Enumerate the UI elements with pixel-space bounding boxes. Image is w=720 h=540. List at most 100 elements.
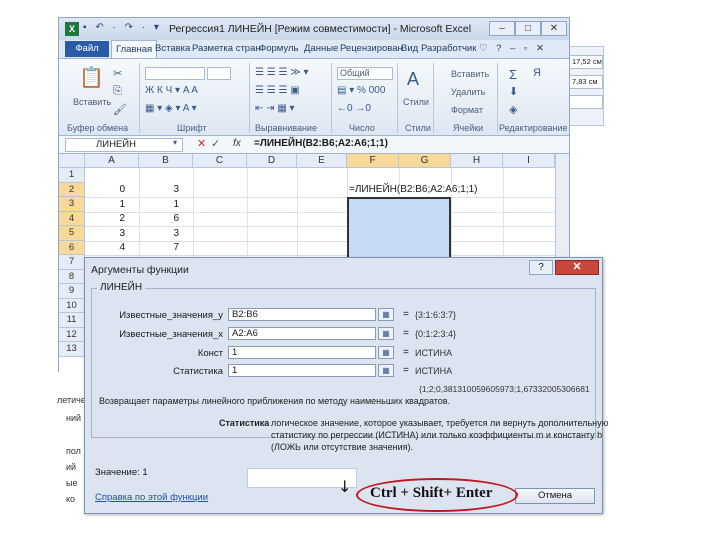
column-header[interactable]: B	[139, 154, 193, 168]
align-horizontal-buttons[interactable]: ☰ ☰ ☰ ▣	[255, 85, 300, 96]
tab-data[interactable]: Данные	[304, 43, 338, 54]
equals-sign: =	[403, 328, 409, 339]
cell-b2[interactable]: 3	[139, 183, 193, 198]
borders-fill-buttons[interactable]: ▦ ▾ ◈ ▾ A ▾	[145, 103, 197, 114]
enter-formula-icon[interactable]: ✓	[211, 137, 220, 150]
stat-arg-description: логическое значение, которое указывает, …	[271, 418, 609, 428]
row-header[interactable]: 5	[59, 226, 85, 241]
format-painter-icon[interactable]: 🖌	[113, 103, 127, 116]
name-box[interactable]: ЛИНЕЙН	[65, 138, 183, 152]
collapse-dialog-icon[interactable]: ▦	[378, 308, 394, 321]
indent-buttons[interactable]: ⇤ ⇥ ▦ ▾	[255, 103, 295, 114]
arg-input-known-y[interactable]: B2:B6	[228, 308, 376, 321]
group-label-editing: Редактирование	[499, 123, 568, 133]
column-header[interactable]: H	[451, 154, 503, 168]
format-cells-button[interactable]: Формат	[451, 105, 483, 115]
quick-access-toolbar[interactable]: ▪ ↶ · ↷ · ▾	[83, 22, 162, 33]
row-header[interactable]: 1	[59, 168, 85, 183]
row-header[interactable]: 6	[59, 240, 85, 255]
collapse-dialog-icon[interactable]: ▦	[378, 327, 394, 340]
row-header[interactable]: 3	[59, 197, 85, 212]
side-panel-field[interactable]: 7,83 см	[569, 75, 603, 89]
cell-b6[interactable]: 7	[139, 241, 193, 256]
column-header[interactable]: G	[399, 154, 451, 168]
row-header[interactable]: 11	[59, 313, 85, 328]
arg-input-known-x[interactable]: A2:A6	[228, 327, 376, 340]
styles-icon[interactable]: A	[407, 69, 419, 90]
background-window	[56, 372, 86, 512]
decimal-buttons[interactable]: ←0 →0	[337, 103, 371, 114]
arg-input-stats[interactable]: 1	[228, 364, 376, 377]
delete-cells-button[interactable]: Удалить	[451, 87, 485, 97]
column-header[interactable]: C	[193, 154, 247, 168]
row-header[interactable]: 10	[59, 298, 85, 313]
arg-result-stats: ИСТИНА	[415, 366, 453, 376]
cancel-formula-icon[interactable]: ✕	[197, 137, 206, 150]
function-help-link[interactable]: Справка по этой функции	[95, 492, 208, 503]
side-panel-field[interactable]	[569, 95, 603, 109]
row-header[interactable]: 4	[59, 211, 85, 226]
select-all-corner[interactable]	[59, 154, 85, 168]
cell-a3[interactable]: 1	[85, 198, 139, 213]
tab-insert[interactable]: Вставка	[155, 43, 190, 54]
row-header[interactable]: 7	[59, 255, 85, 270]
font-size-combo[interactable]	[207, 67, 231, 80]
sort-icon[interactable]: Я	[533, 67, 541, 79]
cell-a4[interactable]: 2	[85, 212, 139, 227]
align-top-buttons[interactable]: ☰ ☰ ☰ ≫ ▾	[255, 67, 309, 78]
row-header[interactable]: 13	[59, 342, 85, 357]
cell-a2[interactable]: 0	[85, 183, 139, 198]
tab-formulas[interactable]: Формуль	[259, 43, 298, 54]
column-header[interactable]: D	[247, 154, 297, 168]
paste-button[interactable]: Вставить	[73, 97, 111, 107]
tab-file[interactable]: Файл	[65, 41, 109, 57]
fill-icon[interactable]: ⬇	[509, 85, 518, 98]
number-format-buttons[interactable]: ▤ ▾ % 000	[337, 85, 385, 96]
cell-edit-formula[interactable]: =ЛИНЕЙН(B2:B6;A2:A6;1;1)	[349, 184, 478, 195]
ribbon-window-controls[interactable]: ♡ ? – ▫ ✕	[479, 43, 547, 54]
side-panel-field[interactable]: 17,52 см	[569, 55, 603, 69]
styles-button[interactable]: Стили	[403, 97, 429, 107]
copy-icon[interactable]: ⎘	[113, 85, 122, 98]
tab-developer[interactable]: Разработчик	[421, 43, 476, 54]
name-box-dropdown-icon[interactable]: ▾	[173, 138, 177, 147]
number-format-combo[interactable]: Общий	[337, 67, 393, 80]
row-header[interactable]: 9	[59, 284, 85, 299]
cut-icon[interactable]: ✂	[113, 67, 122, 80]
clear-icon[interactable]: ◈	[509, 103, 517, 116]
cell-a5[interactable]: 3	[85, 227, 139, 242]
collapse-dialog-icon[interactable]: ▦	[378, 346, 394, 359]
row-header[interactable]: 8	[59, 269, 85, 284]
dialog-help-button[interactable]: ?	[529, 260, 553, 275]
font-name-combo[interactable]	[145, 67, 205, 80]
arg-input-const[interactable]: 1	[228, 346, 376, 359]
close-button[interactable]: ✕	[541, 21, 567, 36]
cell-b4[interactable]: 6	[139, 212, 193, 227]
collapse-dialog-icon[interactable]: ▦	[378, 364, 394, 377]
column-header[interactable]: F	[347, 154, 399, 168]
cell-a6[interactable]: 4	[85, 241, 139, 256]
dialog-close-button[interactable]: ✕	[555, 260, 599, 275]
excel-logo-icon: X	[65, 22, 79, 36]
row-header[interactable]: 12	[59, 327, 85, 342]
insert-function-button[interactable]: fx	[233, 138, 241, 149]
tab-home[interactable]: Главная	[111, 40, 158, 58]
cell-b3[interactable]: 1	[139, 198, 193, 213]
column-header[interactable]: A	[85, 154, 139, 168]
cell-b5[interactable]: 3	[139, 227, 193, 242]
row-header[interactable]: 2	[59, 182, 85, 197]
font-style-buttons[interactable]: Ж К Ч ▾ A A	[145, 85, 198, 96]
formula-input[interactable]: =ЛИНЕЙН(B2:B6;A2:A6;1;1)	[254, 138, 388, 149]
tab-page-layout[interactable]: Разметка стран	[192, 43, 261, 54]
column-header[interactable]: E	[297, 154, 347, 168]
insert-cells-button[interactable]: Вставить	[451, 69, 489, 79]
maximize-button[interactable]: □	[515, 21, 541, 36]
column-header[interactable]: I	[503, 154, 555, 168]
autosum-icon[interactable]: Σ	[509, 67, 517, 82]
minimize-button[interactable]: –	[489, 21, 515, 36]
paste-icon[interactable]: 📋	[79, 65, 104, 90]
tab-review[interactable]: Рецензирован	[340, 43, 403, 54]
cancel-button[interactable]: Отмена	[515, 488, 595, 504]
tab-view[interactable]: Вид	[401, 43, 418, 54]
dialog-title: Аргументы функции	[91, 264, 189, 276]
